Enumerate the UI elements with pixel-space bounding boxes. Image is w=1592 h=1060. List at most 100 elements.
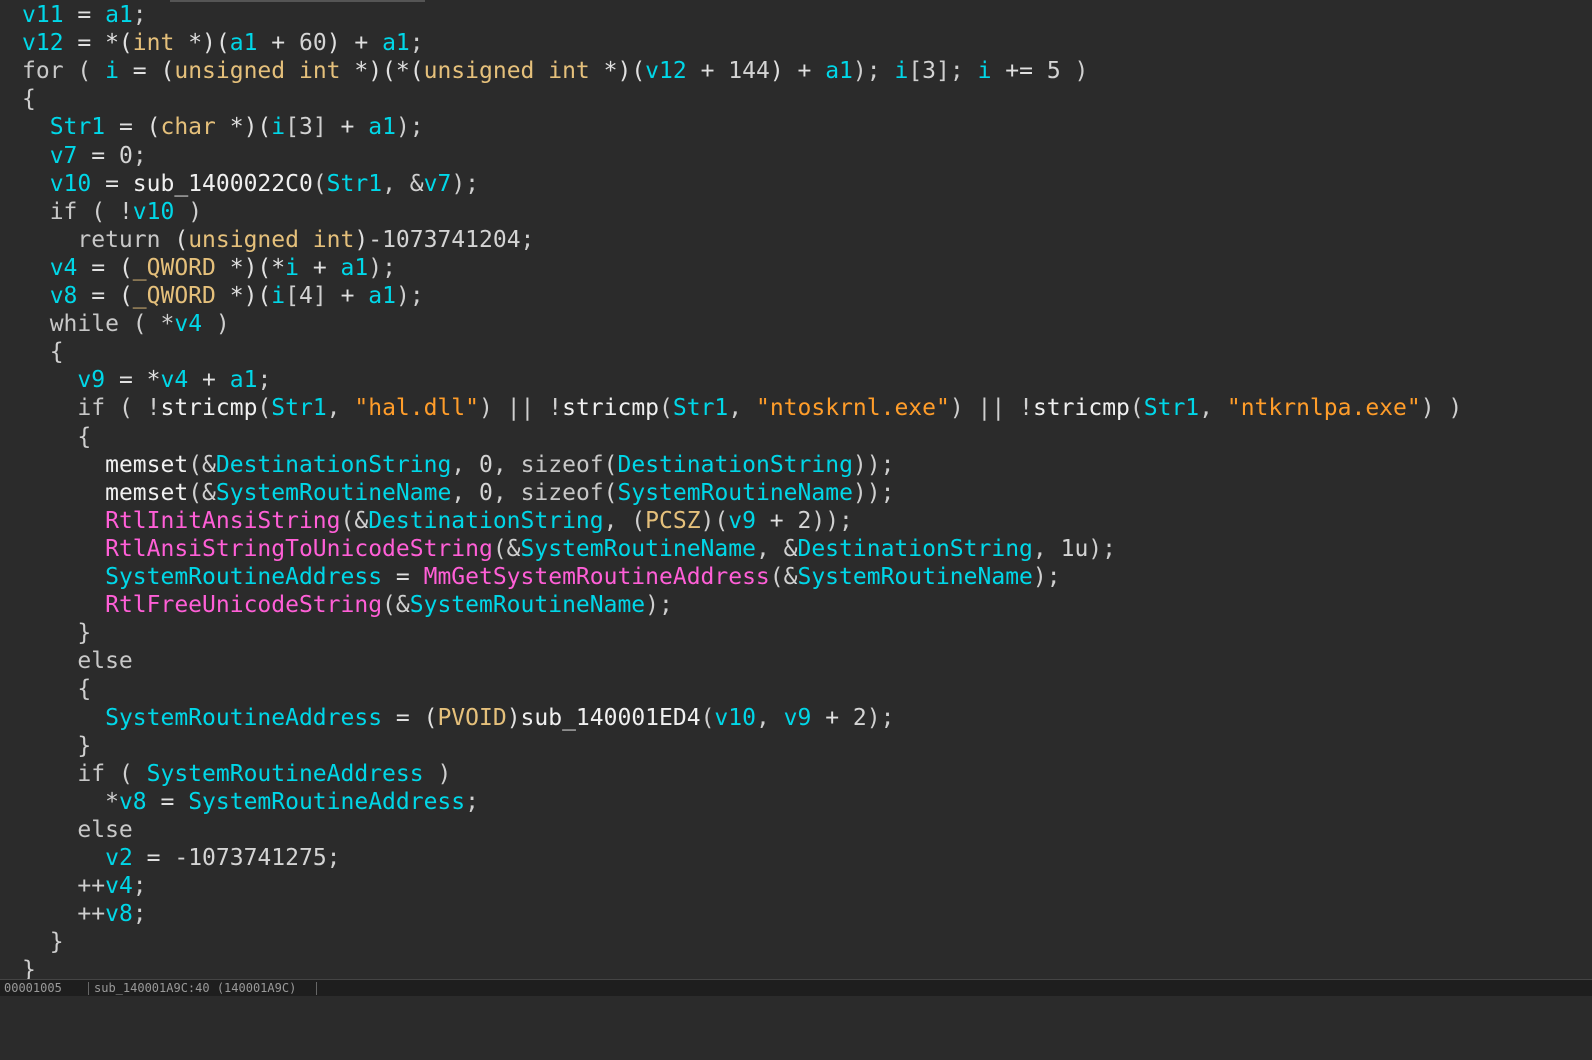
identifier-token[interactable]: Str1 bbox=[271, 395, 326, 421]
identifier-token[interactable]: i bbox=[285, 255, 299, 281]
code-line[interactable]: } bbox=[22, 732, 91, 760]
identifier-token[interactable]: v4 bbox=[160, 367, 188, 393]
function-token[interactable]: sub_1400022C0 bbox=[133, 171, 313, 197]
code-line[interactable]: SystemRoutineAddress = MmGetSystemRoutin… bbox=[22, 563, 1061, 591]
identifier-token[interactable]: SystemRoutineAddress bbox=[105, 564, 382, 590]
code-line[interactable]: if ( !stricmp(Str1, "hal.dll") || !stric… bbox=[22, 394, 1462, 422]
code-line[interactable]: v2 = -1073741275; bbox=[22, 844, 340, 872]
identifier-token[interactable]: i bbox=[105, 58, 119, 84]
function-token[interactable]: memset bbox=[105, 480, 188, 506]
code-line[interactable]: SystemRoutineAddress = (PVOID)sub_140001… bbox=[22, 704, 894, 732]
identifier-token[interactable]: a1 bbox=[230, 367, 258, 393]
code-line[interactable]: *v8 = SystemRoutineAddress; bbox=[22, 788, 479, 816]
code-line[interactable]: while ( *v4 ) bbox=[22, 310, 230, 338]
identifier-token[interactable]: a1 bbox=[382, 30, 410, 56]
function-token[interactable]: sub_140001ED4 bbox=[521, 705, 701, 731]
identifier-token[interactable]: v4 bbox=[105, 873, 133, 899]
code-line[interactable]: if ( !v10 ) bbox=[22, 198, 202, 226]
code-line[interactable]: v7 = 0; bbox=[22, 142, 147, 170]
api-call-token[interactable]: RtlAnsiStringToUnicodeString bbox=[105, 536, 493, 562]
code-line[interactable]: memset(&DestinationString, 0, sizeof(Des… bbox=[22, 451, 894, 479]
code-line[interactable]: ++v8; bbox=[22, 900, 146, 928]
identifier-token[interactable]: v10 bbox=[714, 705, 756, 731]
identifier-token[interactable]: v9 bbox=[728, 508, 756, 534]
identifier-token[interactable]: SystemRoutineName bbox=[618, 480, 853, 506]
identifier-token[interactable]: Str1 bbox=[50, 114, 105, 140]
code-line[interactable]: { bbox=[22, 423, 91, 451]
identifier-token[interactable]: SystemRoutineName bbox=[216, 480, 451, 506]
api-call-token[interactable]: RtlFreeUnicodeString bbox=[105, 592, 382, 618]
identifier-token[interactable]: v8 bbox=[105, 901, 133, 927]
identifier-token[interactable]: v12 bbox=[22, 30, 64, 56]
code-line[interactable]: return (unsigned int)-1073741204; bbox=[22, 226, 534, 254]
api-call-token[interactable]: MmGetSystemRoutineAddress bbox=[424, 564, 770, 590]
code-line[interactable]: ++v4; bbox=[22, 872, 146, 900]
code-line[interactable]: { bbox=[22, 85, 36, 113]
identifier-token[interactable]: Str1 bbox=[327, 171, 382, 197]
code-line[interactable]: } bbox=[22, 619, 91, 647]
code-line[interactable]: } bbox=[22, 956, 36, 980]
code-line[interactable]: if ( SystemRoutineAddress ) bbox=[22, 760, 451, 788]
identifier-token[interactable]: DestinationString bbox=[618, 452, 853, 478]
function-token[interactable]: stricmp bbox=[1033, 395, 1130, 421]
code-line[interactable]: memset(&SystemRoutineName, 0, sizeof(Sys… bbox=[22, 479, 894, 507]
identifier-token[interactable]: v8 bbox=[119, 789, 147, 815]
identifier-token[interactable]: SystemRoutineAddress bbox=[147, 761, 424, 787]
identifier-token[interactable]: a1 bbox=[341, 255, 369, 281]
identifier-token[interactable]: DestinationString bbox=[216, 452, 451, 478]
identifier-token[interactable]: a1 bbox=[825, 58, 853, 84]
identifier-token[interactable]: v7 bbox=[424, 171, 452, 197]
identifier-token[interactable]: Str1 bbox=[673, 395, 728, 421]
identifier-token[interactable]: v8 bbox=[50, 283, 78, 309]
code-line[interactable]: v12 = *(int *)(a1 + 60) + a1; bbox=[22, 29, 424, 57]
identifier-token[interactable]: SystemRoutineName bbox=[797, 564, 1032, 590]
api-call-token[interactable]: RtlInitAnsiString bbox=[105, 508, 340, 534]
code-line[interactable]: for ( i = (unsigned int *)(*(unsigned in… bbox=[22, 57, 1088, 85]
punctuation-token: ) bbox=[174, 198, 203, 225]
code-line[interactable]: else bbox=[22, 816, 132, 844]
punctuation-token: [ bbox=[285, 114, 299, 141]
code-line[interactable]: else bbox=[22, 647, 132, 675]
identifier-token[interactable]: a1 bbox=[230, 30, 258, 56]
code-line[interactable]: { bbox=[22, 338, 64, 366]
identifier-token[interactable]: Str1 bbox=[1144, 395, 1199, 421]
identifier-token[interactable]: DestinationString bbox=[368, 508, 603, 534]
code-line[interactable]: v4 = (_QWORD *)(*i + a1); bbox=[22, 254, 396, 282]
identifier-token[interactable]: a1 bbox=[105, 2, 133, 28]
code-line[interactable]: RtlInitAnsiString(&DestinationString, (P… bbox=[22, 507, 853, 535]
identifier-token[interactable]: v10 bbox=[133, 199, 175, 225]
identifier-token[interactable]: v11 bbox=[22, 2, 64, 28]
identifier-token[interactable]: SystemRoutineName bbox=[521, 536, 756, 562]
identifier-token[interactable]: i bbox=[271, 114, 285, 140]
identifier-token[interactable]: v4 bbox=[50, 255, 78, 281]
identifier-token[interactable]: SystemRoutineName bbox=[410, 592, 645, 618]
identifier-token[interactable]: SystemRoutineAddress bbox=[105, 705, 382, 731]
code-line[interactable]: RtlFreeUnicodeString(&SystemRoutineName)… bbox=[22, 591, 673, 619]
identifier-token[interactable]: v4 bbox=[174, 311, 202, 337]
identifier-token[interactable]: v10 bbox=[50, 171, 92, 197]
pseudocode-view[interactable]: v11 = a1; v12 = *(int *)(a1 + 60) + a1; fo… bbox=[0, 0, 1592, 980]
identifier-token[interactable]: i bbox=[271, 283, 285, 309]
identifier-token[interactable]: v9 bbox=[784, 705, 812, 731]
identifier-token[interactable]: v12 bbox=[645, 58, 687, 84]
function-token[interactable]: memset bbox=[105, 452, 188, 478]
code-line[interactable]: v11 = a1; bbox=[22, 1, 147, 29]
code-line[interactable]: v10 = sub_1400022C0(Str1, &v7); bbox=[22, 170, 479, 198]
function-token[interactable]: stricmp bbox=[562, 395, 659, 421]
identifier-token[interactable]: v7 bbox=[50, 143, 78, 169]
identifier-token[interactable]: v9 bbox=[77, 367, 105, 393]
identifier-token[interactable]: i bbox=[894, 58, 908, 84]
identifier-token[interactable]: a1 bbox=[368, 114, 396, 140]
code-line[interactable]: Str1 = (char *)(i[3] + a1); bbox=[22, 113, 424, 141]
code-line[interactable]: RtlAnsiStringToUnicodeString(&SystemRout… bbox=[22, 535, 1116, 563]
identifier-token[interactable]: v2 bbox=[105, 845, 133, 871]
identifier-token[interactable]: SystemRoutineAddress bbox=[188, 789, 465, 815]
identifier-token[interactable]: i bbox=[978, 58, 992, 84]
code-line[interactable]: } bbox=[22, 928, 64, 956]
code-line[interactable]: v9 = *v4 + a1; bbox=[22, 366, 271, 394]
identifier-token[interactable]: a1 bbox=[368, 283, 396, 309]
identifier-token[interactable]: DestinationString bbox=[797, 536, 1032, 562]
code-line[interactable]: v8 = (_QWORD *)(i[4] + a1); bbox=[22, 282, 424, 310]
code-line[interactable]: { bbox=[22, 675, 91, 703]
function-token[interactable]: stricmp bbox=[160, 395, 257, 421]
